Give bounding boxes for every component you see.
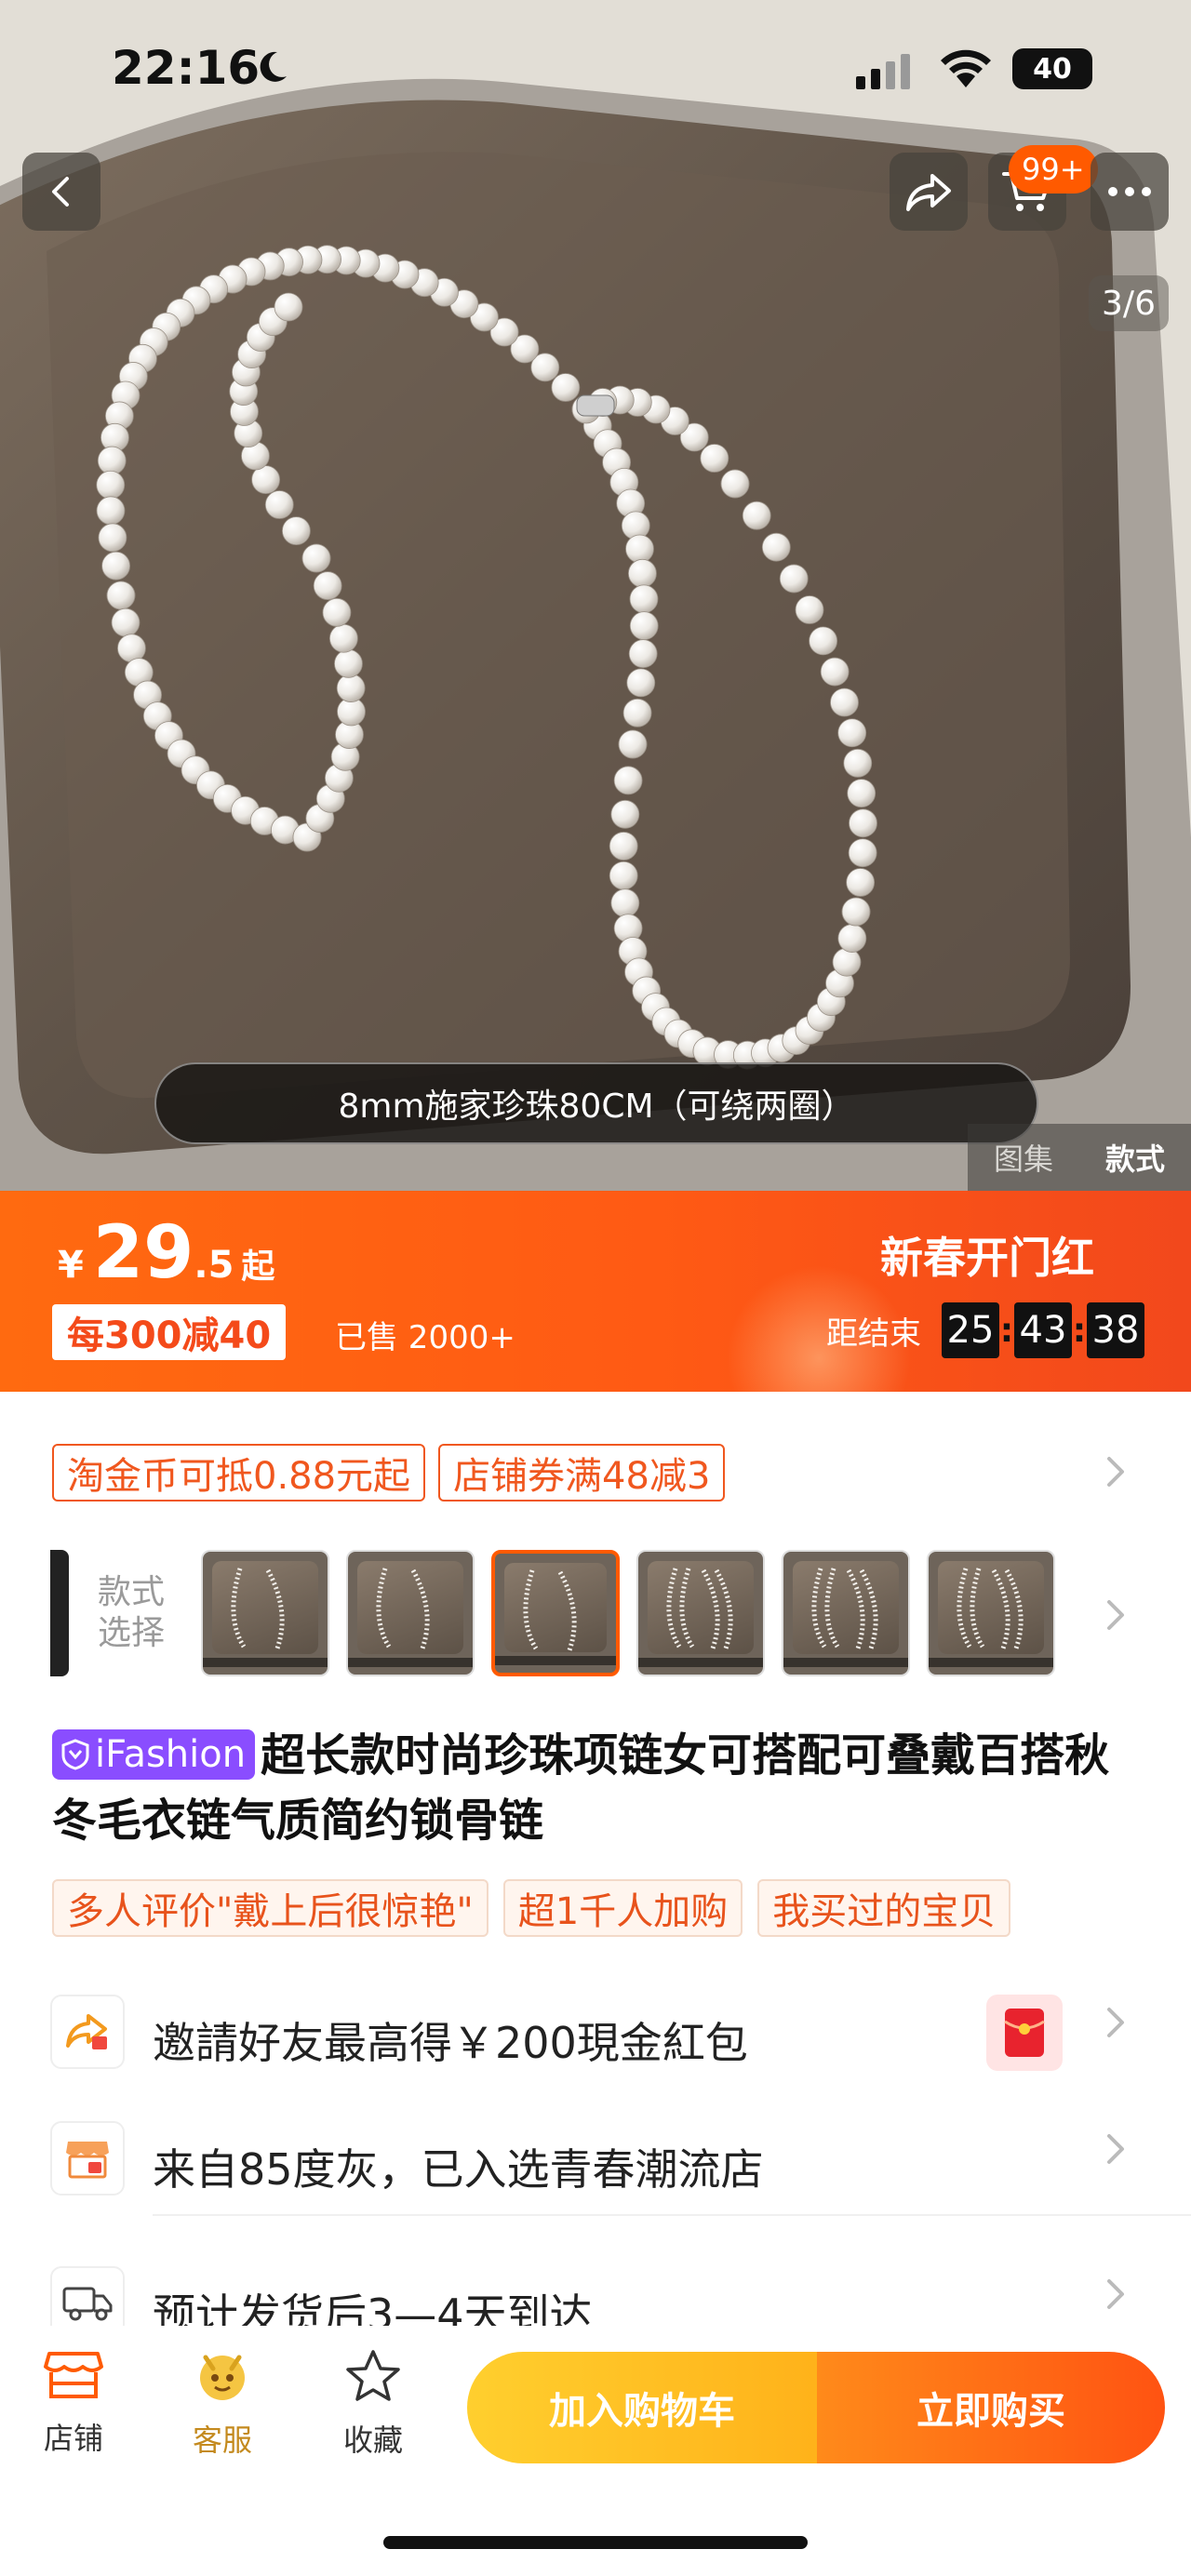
tab-favorite[interactable]: 收藏 xyxy=(322,2348,424,2460)
star-icon xyxy=(346,2350,400,2401)
sold-count: 已售 2000+ xyxy=(335,1319,515,1356)
variant-thumbnail[interactable] xyxy=(201,1550,329,1676)
chevron-right-icon xyxy=(1107,2134,1124,2164)
variant-thumbnail-caption xyxy=(203,1658,328,1667)
store-info-row[interactable]: 来自85度灰，已入选青春潮流店 xyxy=(0,2093,1191,2205)
variant-thumbnail-caption xyxy=(348,1658,473,1667)
countdown-hours: 25 xyxy=(942,1302,999,1358)
more-button[interactable] xyxy=(1091,153,1169,231)
variant-thumbnail-image xyxy=(504,1563,607,1652)
variant-thumb-partial[interactable] xyxy=(50,1550,69,1676)
coupon-row[interactable]: 淘金币可抵0.88元起 店铺券满48减3 xyxy=(52,1444,726,1502)
variant-thumbnail-caption xyxy=(929,1658,1053,1667)
store-icon xyxy=(44,2352,103,2398)
tab-store[interactable]: 店铺 xyxy=(22,2348,125,2458)
tab-style[interactable]: 款式 xyxy=(1105,1136,1165,1179)
countdown-separator: : xyxy=(999,1311,1014,1350)
cellular-signal-icon xyxy=(856,54,910,89)
customer-service-icon xyxy=(200,2355,245,2400)
coupon-store[interactable]: 店铺券满48减3 xyxy=(438,1444,726,1502)
tab-gallery[interactable]: 图集 xyxy=(994,1136,1053,1179)
moon-icon xyxy=(260,51,287,82)
battery-indicator: 40 xyxy=(1012,48,1092,89)
variant-thumbnail-image xyxy=(357,1561,463,1654)
variant-thumbnail-caption xyxy=(783,1658,908,1667)
countdown-timer: 距结束 25 : 43 : 38 xyxy=(826,1302,1144,1358)
store-icon xyxy=(50,2121,125,2196)
tag-cart-adds: 超1千人加购 xyxy=(502,1879,743,1937)
variant-thumbnail[interactable] xyxy=(927,1550,1055,1676)
cart-count-badge: 99+ xyxy=(1009,145,1098,194)
brand-badge-text: iFashion xyxy=(95,1733,247,1776)
image-counter: 3/6 xyxy=(1089,275,1169,331)
variant-label-line2: 选择 xyxy=(97,1614,165,1652)
share-button[interactable] xyxy=(890,153,968,231)
brand-badge: iFashion xyxy=(52,1729,256,1780)
tab-store-label: 店铺 xyxy=(43,2421,103,2456)
discount-tag: 每300减40 xyxy=(52,1304,287,1360)
product-image-carousel[interactable]: 22:16 40 99+ 3/6 8mm施家珍珠80CM（可绕两圈） 图集 款式 xyxy=(0,0,1191,1191)
variant-thumbnail-image xyxy=(938,1561,1044,1654)
highlight-tags: 多人评价"戴上后很惊艳" 超1千人加购 我买过的宝贝 xyxy=(52,1879,1011,1937)
tab-customer-service-label: 客服 xyxy=(192,2423,252,2458)
price-banner: ¥ 29 .5 起 每300减40 已售 2000+ 新春开门红 距结束 25 … xyxy=(0,1191,1191,1392)
chevron-left-icon xyxy=(52,177,69,207)
invite-friends-row[interactable]: 邀請好友最高得￥200現金紅包 xyxy=(0,1967,1191,2078)
countdown-separator: : xyxy=(1072,1311,1087,1350)
price-integer: 29 xyxy=(92,1211,194,1295)
chevron-right-icon xyxy=(1107,2279,1124,2309)
countdown-seconds: 38 xyxy=(1087,1302,1144,1358)
share-gift-icon xyxy=(50,1995,125,2069)
gallery-tabs: 图集 款式 xyxy=(968,1124,1191,1191)
chevron-right-icon[interactable] xyxy=(1102,1453,1130,1490)
shield-icon xyxy=(61,1739,89,1770)
home-indicator xyxy=(383,2536,808,2549)
tag-purchased[interactable]: 我买过的宝贝 xyxy=(757,1879,1011,1937)
currency-symbol: ¥ xyxy=(58,1244,84,1287)
countdown-label: 距结束 xyxy=(826,1315,921,1353)
chevron-right-icon[interactable] xyxy=(1102,1596,1130,1634)
status-time: 22:16 xyxy=(112,41,261,95)
store-info-text: 来自85度灰，已入选青春潮流店 xyxy=(153,2144,764,2195)
price-decimal: .5 xyxy=(194,1244,234,1287)
product-detail-page: 22:16 40 99+ 3/6 8mm施家珍珠80CM（可绕两圈） 图集 款式… xyxy=(0,0,1191,2576)
promo-title: 新春开门红 xyxy=(880,1233,1094,1283)
more-dots-icon xyxy=(1108,187,1151,196)
product-title-block: iFashion 超长款时尚珍珠项链女可搭配可叠戴百搭秋冬毛衣链气质简约锁骨链 xyxy=(52,1723,1141,1853)
variant-thumbnail-caption xyxy=(638,1658,763,1667)
tab-customer-service[interactable]: 客服 xyxy=(171,2348,274,2460)
back-button[interactable] xyxy=(22,153,100,231)
coupon-taojinbi[interactable]: 淘金币可抵0.88元起 xyxy=(52,1444,426,1502)
invite-friends-text: 邀請好友最高得￥200現金紅包 xyxy=(153,2018,748,2068)
share-icon xyxy=(906,174,951,211)
variant-thumbnail-image xyxy=(793,1561,899,1654)
variant-thumbnail[interactable] xyxy=(491,1550,620,1676)
price: ¥ 29 .5 起 xyxy=(58,1211,274,1295)
buy-now-button[interactable]: 立即购买 xyxy=(817,2352,1165,2463)
chevron-right-icon xyxy=(1107,2008,1124,2037)
wifi-icon xyxy=(941,49,991,87)
variant-thumbnail[interactable] xyxy=(782,1550,910,1676)
variant-label-line1: 款式 xyxy=(97,1573,165,1611)
variant-thumbnail-caption xyxy=(495,1656,616,1665)
tab-favorite-label: 收藏 xyxy=(342,2423,403,2458)
variant-thumbnail-image xyxy=(212,1561,318,1654)
red-packet-icon xyxy=(986,1995,1063,2071)
variant-selector-label: 款式 选择 xyxy=(91,1572,171,1654)
variant-thumbnail[interactable] xyxy=(636,1550,765,1676)
price-suffix: 起 xyxy=(241,1248,275,1286)
countdown-minutes: 43 xyxy=(1014,1302,1072,1358)
variant-caption: 8mm施家珍珠80CM（可绕两圈） xyxy=(154,1062,1038,1144)
variant-thumbnail[interactable] xyxy=(346,1550,475,1676)
tag-reviews[interactable]: 多人评价"戴上后很惊艳" xyxy=(52,1879,488,1937)
status-bar: 22:16 40 xyxy=(0,0,1191,140)
add-to-cart-button[interactable]: 加入购物车 xyxy=(467,2352,817,2463)
divider xyxy=(153,2214,1191,2216)
variant-thumbnail-image xyxy=(648,1561,754,1654)
